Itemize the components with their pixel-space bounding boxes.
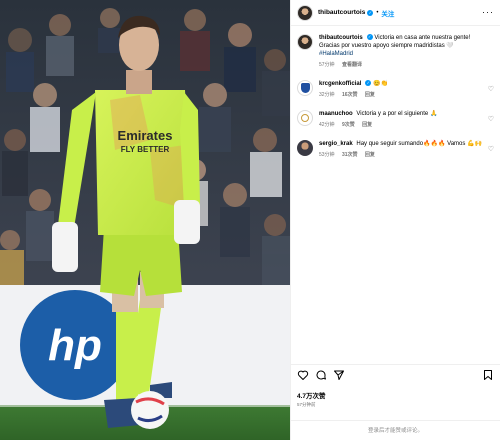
action-bar [291, 364, 500, 381]
comment-time: 32分钟 [319, 92, 335, 98]
post-date: 57分钟前 [297, 402, 316, 407]
comment-likes[interactable]: 16次赞 [342, 92, 358, 98]
separator-dot: • [376, 9, 379, 16]
jersey-sponsor-1: Emirates [118, 128, 173, 143]
post-header: thibautcourtois ✓ • 关注 ··· [291, 0, 500, 26]
share-icon[interactable] [333, 369, 345, 381]
commenter-avatar[interactable] [297, 140, 313, 156]
comment-heart-icon[interactable]: ♡ [488, 145, 494, 153]
heart-icon[interactable] [297, 369, 309, 381]
comment-username[interactable]: maanuchoo [319, 111, 353, 117]
comment-icon[interactable] [315, 369, 327, 381]
caption-time: 57分钟 [319, 62, 335, 68]
comment-time: 53分钟 [319, 152, 335, 158]
comment-username[interactable]: sergio_krak [319, 141, 353, 147]
comment-likes[interactable]: 9次赞 [342, 122, 355, 128]
translate-link[interactable]: 查看翻译 [342, 62, 362, 68]
comment-time: 42分钟 [319, 122, 335, 128]
author-avatar[interactable] [297, 4, 313, 21]
follow-button[interactable]: 关注 [381, 8, 394, 18]
bookmark-icon[interactable] [482, 369, 494, 381]
comment-list: thibautcourtois ✓ Victoria en casa ante n… [291, 26, 500, 159]
caption-avatar[interactable] [297, 34, 313, 50]
jersey-sponsor-2: FLY BETTER [121, 145, 170, 154]
commenter-avatar[interactable] [297, 80, 313, 96]
comment-text: 😊👏 [373, 81, 388, 87]
comment-heart-icon[interactable]: ♡ [488, 85, 494, 93]
caption-username[interactable]: thibautcourtois [319, 35, 363, 41]
commenter-avatar[interactable] [297, 110, 313, 126]
comment-text: Hay que seguir sumando🔥🔥🔥 Vamos 💪🙌 [356, 141, 482, 147]
likes-count[interactable]: 4.7万次赞 [297, 390, 326, 400]
reply-button[interactable]: 回复 [362, 122, 372, 128]
comment-heart-icon[interactable]: ♡ [488, 115, 494, 123]
reply-button[interactable]: 回复 [365, 92, 375, 98]
more-horizontal-icon[interactable]: ··· [482, 8, 494, 17]
caption-hashtag[interactable]: #HalaMadrid [319, 51, 353, 57]
verified-badge-icon: ✓ [366, 34, 373, 41]
login-prompt[interactable]: 登录后才能赞或评论。 [291, 420, 500, 440]
comment-item: sergio_krak Hay que seguir sumando🔥🔥🔥 Va… [297, 140, 494, 159]
comment-likes[interactable]: 31次赞 [342, 152, 358, 158]
reply-button[interactable]: 回复 [365, 152, 375, 158]
post-sidebar: thibautcourtois ✓ • 关注 ··· thibautcourto… [290, 0, 500, 440]
post-photo[interactable]: hp Emirates FLY BETTER [0, 0, 290, 440]
verified-badge-icon: ✓ [365, 80, 372, 87]
post-caption: thibautcourtois ✓ Victoria en casa ante n… [297, 34, 494, 69]
comment-item: krcgenkofficial ✓ 😊👏 32分钟 16次赞 回复 ♡ [297, 80, 494, 99]
comment-text: Victoria y a por el siguiente 🙏 [356, 111, 438, 117]
goalkeeper-image: hp Emirates FLY BETTER [0, 0, 290, 440]
comment-item: maanuchoo Victoria y a por el siguiente … [297, 110, 494, 129]
verified-badge-icon: ✓ [367, 9, 374, 16]
hp-logo: hp [48, 321, 102, 370]
comment-username[interactable]: krcgenkofficial [319, 81, 361, 87]
author-username[interactable]: thibautcourtois [318, 9, 365, 16]
